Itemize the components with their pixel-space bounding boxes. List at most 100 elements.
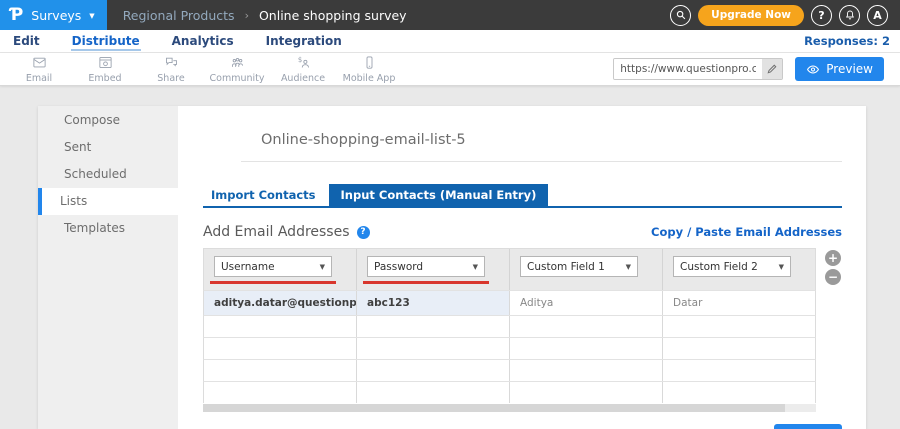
preview-button[interactable]: Preview xyxy=(795,57,884,81)
contacts-grid: Username ▼ Password ▼ xyxy=(203,248,816,412)
tool-label: Community xyxy=(210,73,265,84)
distribute-toolbar: Email Embed Share Community $ Audience M… xyxy=(0,53,900,86)
copy-paste-email-link[interactable]: Copy / Paste Email Addresses xyxy=(651,225,842,239)
add-row-button[interactable]: + xyxy=(825,250,841,266)
cell-custom-2[interactable] xyxy=(663,360,815,381)
cell-password[interactable] xyxy=(357,338,510,359)
sidebar-item-compose[interactable]: Compose xyxy=(38,107,178,134)
page-title: Online-shopping-email-list-5 xyxy=(261,132,466,148)
chevron-down-icon: ▼ xyxy=(89,12,94,20)
cell-custom-1[interactable] xyxy=(510,316,663,337)
cell-password[interactable] xyxy=(357,316,510,337)
select-value: Username xyxy=(221,261,275,273)
select-value: Custom Field 1 xyxy=(527,261,605,273)
community-icon xyxy=(229,55,246,73)
edit-url-pencil-icon[interactable] xyxy=(762,59,782,79)
add-email-header: Add Email Addresses ? Copy / Paste Email… xyxy=(203,224,842,240)
embed-icon xyxy=(97,55,114,73)
tool-audience[interactable]: $ Audience xyxy=(270,55,336,84)
avatar[interactable]: A xyxy=(867,5,888,26)
survey-url-input[interactable] xyxy=(614,59,762,79)
cell-email[interactable] xyxy=(204,382,357,403)
table-row xyxy=(203,359,816,381)
eye-icon xyxy=(806,64,820,75)
tool-email[interactable]: Email xyxy=(6,55,72,84)
table-row xyxy=(203,315,816,337)
table-row xyxy=(203,381,816,403)
column-header: Custom Field 1 ▼ xyxy=(510,249,663,290)
sidebar-item-lists[interactable]: Lists xyxy=(38,188,178,215)
select-value: Password xyxy=(374,261,423,273)
cell-custom-2[interactable] xyxy=(663,316,815,337)
required-underline xyxy=(363,281,489,284)
column-select-custom-field-2[interactable]: Custom Field 2 ▼ xyxy=(673,256,791,277)
section-title: Add Email Addresses xyxy=(203,224,350,240)
upload-row: Upload xyxy=(203,424,842,429)
table-row xyxy=(203,337,816,359)
upload-button[interactable]: Upload xyxy=(774,424,842,429)
grid-header-row: Username ▼ Password ▼ xyxy=(203,248,816,290)
audience-icon: $ xyxy=(295,55,312,73)
tool-label: Embed xyxy=(88,73,121,84)
tool-embed[interactable]: Embed xyxy=(72,55,138,84)
column-select-password[interactable]: Password ▼ xyxy=(367,256,485,277)
nav-item-analytics[interactable]: Analytics xyxy=(171,32,235,51)
product-switcher[interactable]: Ƥ Surveys ▼ xyxy=(0,0,107,30)
chevron-down-icon: ▼ xyxy=(320,263,325,271)
upgrade-now-button[interactable]: Upgrade Now xyxy=(698,5,804,26)
notifications-bell-icon[interactable] xyxy=(839,5,860,26)
cell-password[interactable] xyxy=(357,382,510,403)
tab-input-contacts-manual-entry[interactable]: Input Contacts (Manual Entry) xyxy=(329,184,549,206)
responses-count[interactable]: Responses: 2 xyxy=(804,34,890,48)
list-content: Online-shopping-email-list-5 Import Cont… xyxy=(178,106,866,429)
nav-item-integration[interactable]: Integration xyxy=(265,32,343,51)
column-select-custom-field-1[interactable]: Custom Field 1 ▼ xyxy=(520,256,638,277)
toolbar-right: Preview xyxy=(613,57,884,81)
tool-mobile-app[interactable]: Mobile App xyxy=(336,55,402,84)
cell-email[interactable] xyxy=(204,360,357,381)
tool-label: Email xyxy=(26,73,52,84)
tool-label: Share xyxy=(157,73,184,84)
topbar-actions: Upgrade Now ? A xyxy=(670,5,888,26)
tab-import-contacts[interactable]: Import Contacts xyxy=(203,184,329,206)
remove-row-button[interactable]: − xyxy=(825,269,841,285)
svg-text:$: $ xyxy=(297,55,301,63)
distribute-sidebar: Compose Sent Scheduled Lists Templates xyxy=(38,106,178,429)
list-title-section: Online-shopping-email-list-5 xyxy=(241,106,842,162)
tool-label: Audience xyxy=(281,73,325,84)
cell-custom-2[interactable] xyxy=(663,382,815,403)
search-icon[interactable] xyxy=(670,5,691,26)
nav-item-distribute[interactable]: Distribute xyxy=(71,32,141,51)
tool-community[interactable]: Community xyxy=(204,55,270,84)
breadcrumb-separator: › xyxy=(245,9,249,22)
column-select-username[interactable]: Username ▼ xyxy=(214,256,332,277)
help-tooltip-icon[interactable]: ? xyxy=(357,226,370,239)
cell-email[interactable] xyxy=(204,316,357,337)
cell-custom-2[interactable] xyxy=(663,338,815,359)
cell-password[interactable] xyxy=(357,360,510,381)
nav-item-edit[interactable]: Edit xyxy=(12,32,41,51)
scrollbar-thumb[interactable] xyxy=(203,404,785,412)
sidebar-item-sent[interactable]: Sent xyxy=(38,134,178,161)
breadcrumb-parent[interactable]: Regional Products xyxy=(123,8,235,23)
chevron-down-icon: ▼ xyxy=(473,263,478,271)
survey-url-group xyxy=(613,58,783,80)
cell-custom-1[interactable] xyxy=(510,338,663,359)
help-icon[interactable]: ? xyxy=(811,5,832,26)
sidebar-item-scheduled[interactable]: Scheduled xyxy=(38,161,178,188)
questionpro-logo-icon: Ƥ xyxy=(10,7,23,24)
horizontal-scrollbar[interactable] xyxy=(203,404,816,412)
cell-custom-2[interactable]: Datar xyxy=(663,291,815,315)
column-header: Custom Field 2 ▼ xyxy=(663,249,815,290)
preview-label: Preview xyxy=(826,62,873,76)
sidebar-item-templates[interactable]: Templates xyxy=(38,215,178,242)
cell-password[interactable]: abc123 xyxy=(357,291,510,315)
cell-custom-1[interactable] xyxy=(510,382,663,403)
row-controls: + − xyxy=(816,248,842,412)
cell-custom-1[interactable]: Aditya xyxy=(510,291,663,315)
cell-email[interactable] xyxy=(204,338,357,359)
column-header: Password ▼ xyxy=(357,249,510,290)
cell-custom-1[interactable] xyxy=(510,360,663,381)
tool-share[interactable]: Share xyxy=(138,55,204,84)
cell-email[interactable]: aditya.datar@questionpro.com xyxy=(204,291,357,315)
